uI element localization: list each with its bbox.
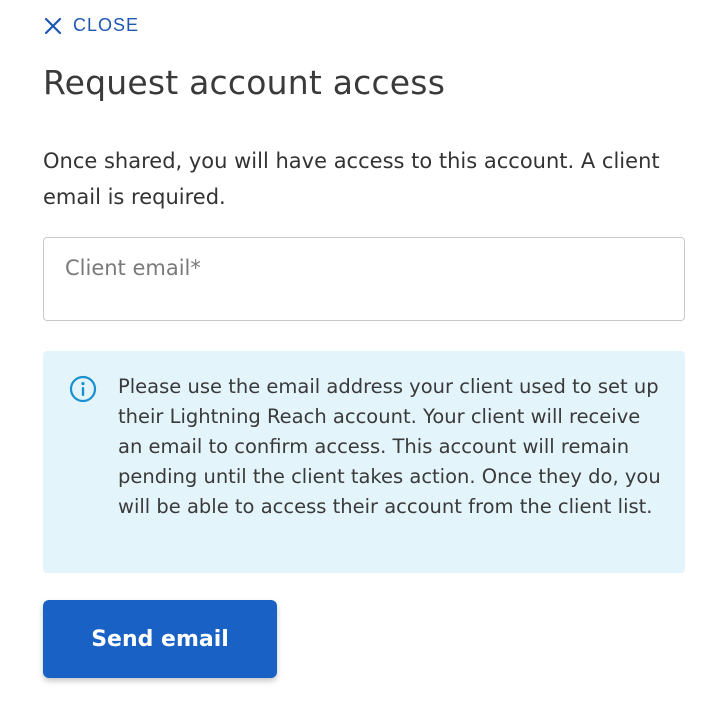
send-email-button[interactable]: Send email (43, 600, 277, 678)
required-marker: * (190, 256, 201, 280)
close-button[interactable]: CLOSE (43, 15, 139, 36)
client-email-placeholder: Client email* (65, 256, 201, 280)
info-message: Please use the email address your client… (118, 375, 661, 518)
dialog-title: Request account access (43, 63, 446, 102)
info-icon (69, 375, 97, 403)
client-email-field[interactable]: Client email* (43, 237, 685, 321)
dialog-subtitle: Once shared, you will have access to thi… (43, 149, 660, 209)
close-icon (43, 16, 63, 36)
close-label: CLOSE (73, 15, 140, 35)
info-callout: Please use the email address your client… (43, 351, 685, 573)
